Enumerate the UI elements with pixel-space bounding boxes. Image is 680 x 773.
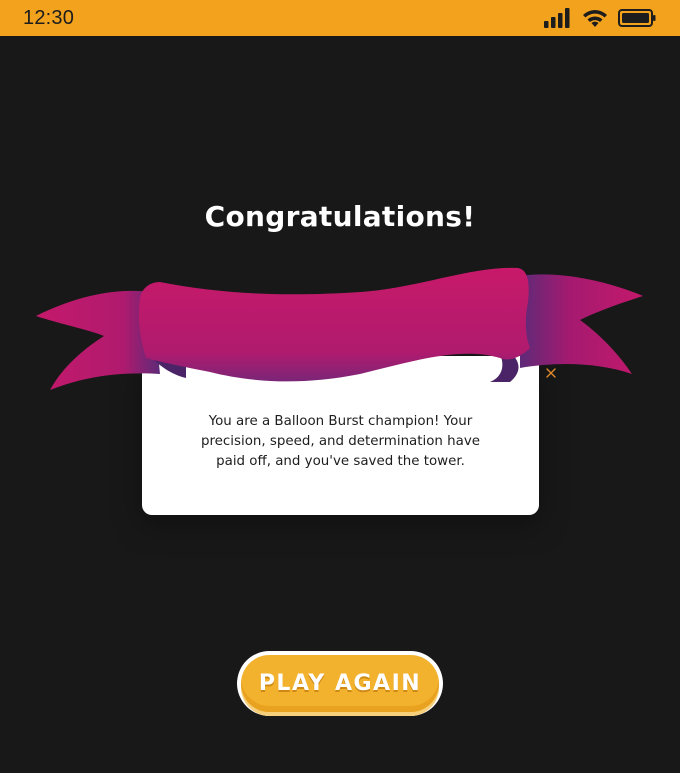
ribbon-banner <box>36 267 643 390</box>
close-icon[interactable] <box>544 366 558 380</box>
status-icons <box>544 8 656 28</box>
play-again-button[interactable]: PLAY AGAIN <box>237 651 443 716</box>
dialog-message: You are a Balloon Burst champion! Your p… <box>200 414 481 469</box>
play-again-button-face[interactable]: PLAY AGAIN <box>241 655 439 712</box>
play-again-label: PLAY AGAIN <box>258 671 422 696</box>
battery-icon <box>618 8 656 28</box>
dialog-title: Congratulations! <box>204 200 476 233</box>
status-time: 12:30 <box>23 6 75 29</box>
status-bar: 12:30 <box>0 0 680 36</box>
ribbon-band <box>138 267 530 382</box>
ribbon-right-tail <box>520 274 643 374</box>
signal-icon <box>544 8 572 28</box>
game-screen: 12:30 Congratulations! You are a Balloon… <box>0 0 680 773</box>
wifi-icon <box>582 8 608 28</box>
